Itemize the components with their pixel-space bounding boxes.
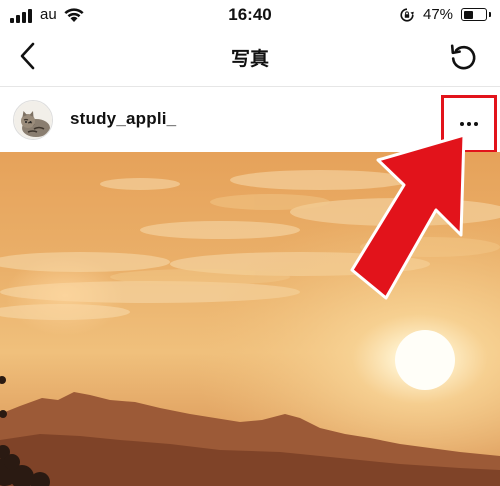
refresh-icon — [450, 44, 476, 70]
battery-icon — [461, 8, 487, 21]
post-photo[interactable] — [0, 152, 500, 486]
refresh-button[interactable] — [446, 38, 480, 74]
nav-bar: 写真 — [0, 30, 500, 87]
avatar[interactable] — [13, 100, 53, 140]
battery-cap — [489, 12, 491, 17]
more-options-button[interactable] — [441, 95, 497, 153]
username[interactable]: study_appli_ — [70, 109, 176, 129]
page-title: 写真 — [230, 48, 269, 70]
battery-level-fill — [463, 10, 473, 19]
orientation-lock-icon — [400, 8, 414, 22]
cat-avatar — [14, 101, 52, 139]
post-header: study_appli_ — [0, 87, 500, 153]
battery-percent: 47% — [423, 6, 454, 23]
status-bar: au 16:40 47% — [0, 0, 500, 30]
sunset-over-mountains-photo — [0, 152, 500, 486]
ellipsis-icon — [459, 122, 480, 126]
